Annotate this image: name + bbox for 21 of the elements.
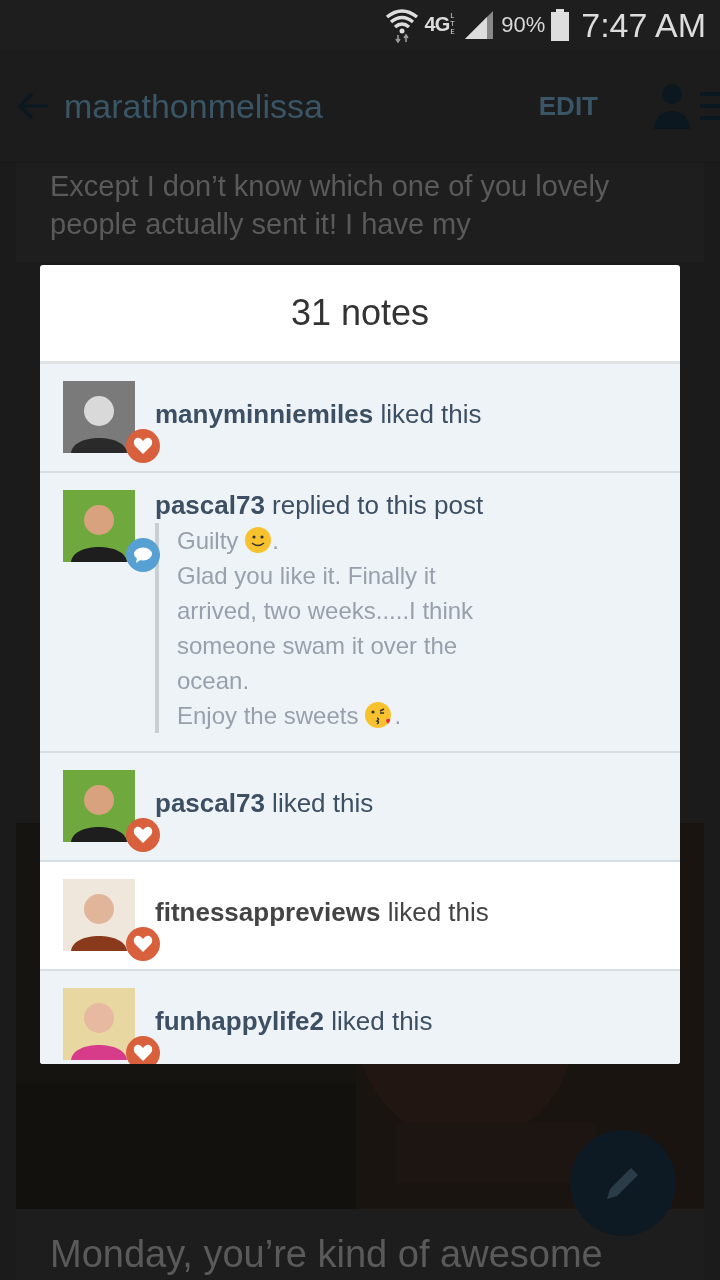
reply-text: Enjoy the sweets bbox=[177, 702, 359, 729]
signal-icon bbox=[463, 9, 496, 41]
reply-text: . bbox=[394, 702, 402, 729]
wifi-icon bbox=[384, 7, 419, 43]
blog-title: marathonmelissa bbox=[64, 86, 324, 126]
clock: 7:47 AM bbox=[581, 5, 706, 45]
note-text: pascal73 liked this bbox=[155, 788, 375, 819]
note-text: pascal73 replied to this post bbox=[155, 490, 485, 521]
post-text: Except I don’t know which one of you lovely people actually sent it! I have my bbox=[49, 169, 611, 242]
battery-icon bbox=[551, 9, 570, 41]
dialog-title: 31 notes bbox=[290, 292, 430, 334]
reply-text: Glad you like it. Finally it arrived, two weeks.....I think someone swam it over the ocean. bbox=[177, 562, 474, 694]
post-title: Monday, you’re kind of awesome bbox=[50, 1233, 603, 1275]
reply-text: . bbox=[272, 527, 280, 554]
reply-text: Guilty bbox=[177, 527, 239, 554]
note-row[interactable]: pascal73 replied to this post Guilty . Glad you like it. Finally it arrived, two weeks.....I think someone swam it over the ocean. Enjoy the sweets . bbox=[40, 473, 680, 753]
battery-level: 90% bbox=[501, 12, 546, 38]
network-type: 4G bbox=[424, 13, 450, 37]
note-text: manyminniemiles liked this bbox=[155, 399, 483, 430]
smiley-icon bbox=[244, 526, 273, 554]
note-row[interactable]: manyminniemiles liked this bbox=[40, 364, 680, 473]
